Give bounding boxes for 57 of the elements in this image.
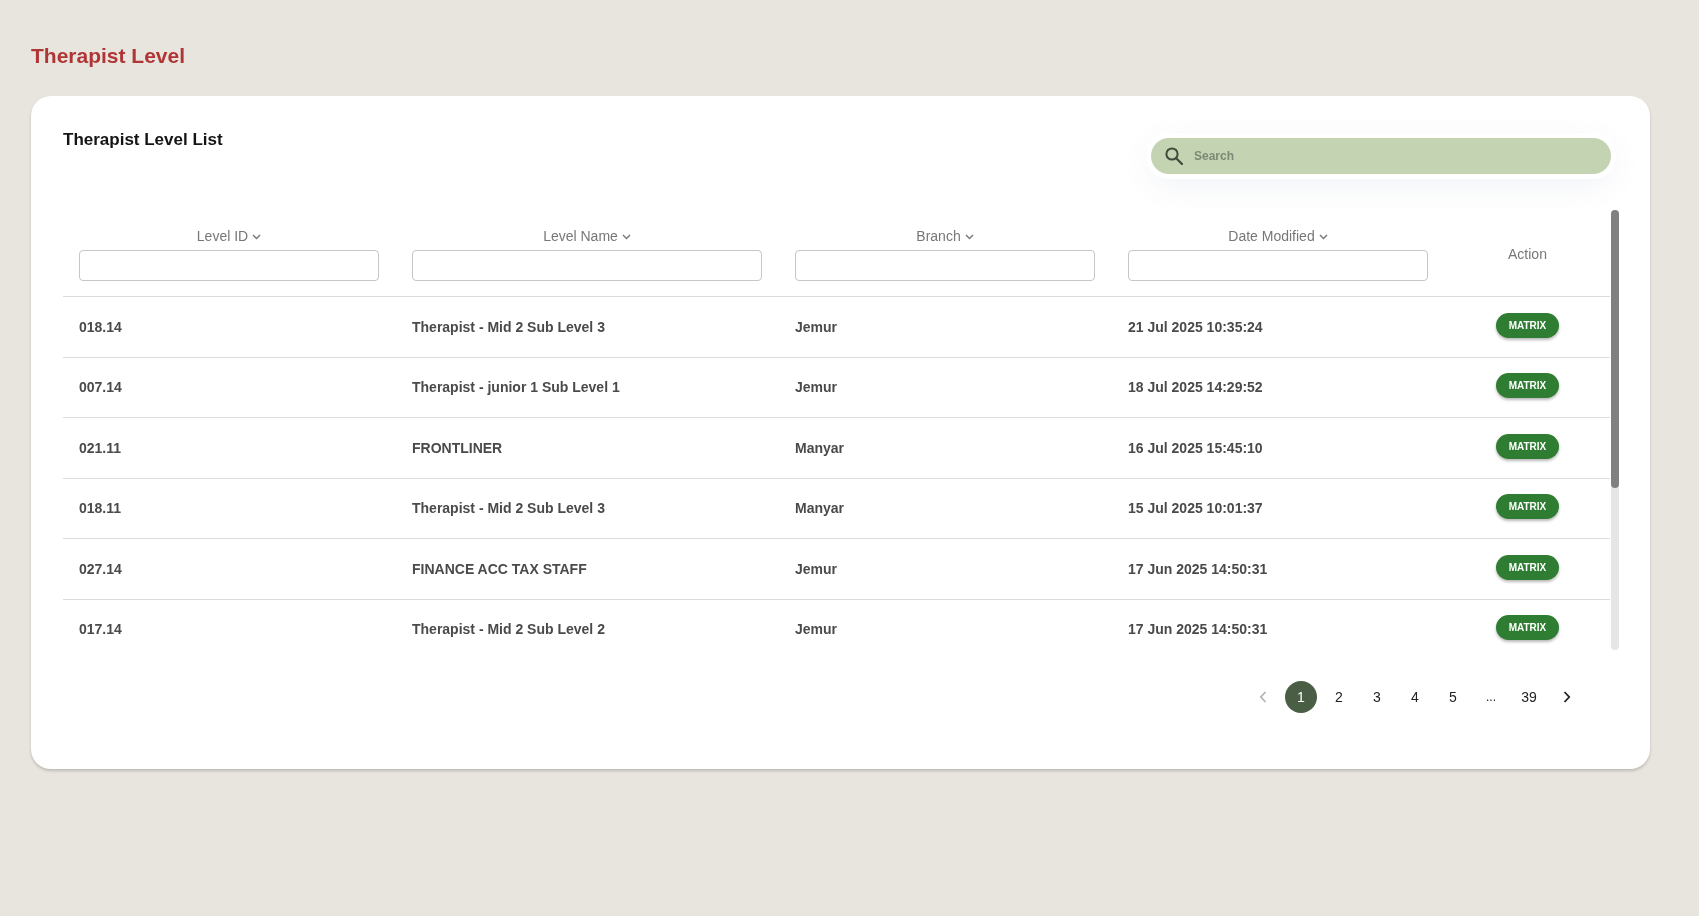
matrix-button[interactable]: MATRIX	[1496, 494, 1559, 520]
filter-field[interactable]	[795, 250, 1095, 281]
page-button[interactable]: 2	[1323, 681, 1355, 713]
table-cell: 007.14	[79, 378, 122, 397]
table-cell: 18 Jul 2025 14:29:52	[1128, 378, 1263, 397]
table-cell: 027.14	[79, 559, 122, 578]
matrix-button[interactable]: MATRIX	[1496, 615, 1559, 641]
filter-field[interactable]	[412, 250, 762, 281]
table-cell: Jemur	[795, 559, 838, 578]
table-cell: Therapist - junior 1 Sub Level 1	[412, 378, 620, 397]
column-header[interactable]: Branch	[916, 227, 974, 245]
caret-icon	[621, 234, 631, 240]
table-cell: Manyar	[795, 499, 845, 518]
matrix-button[interactable]: MATRIX	[1496, 373, 1559, 399]
table-cell: Manyar	[795, 438, 845, 457]
table-cell: 17 Jun 2025 14:50:31	[1128, 620, 1268, 639]
column-header: Action	[1508, 245, 1547, 263]
table-cell: Jemur	[795, 378, 838, 397]
filter-field[interactable]	[1128, 250, 1428, 281]
table-cell: 021.11	[79, 438, 122, 457]
scrollbar[interactable]	[1611, 210, 1619, 650]
table-cell: Therapist - Mid 2 Sub Level 3	[412, 317, 605, 336]
page-button[interactable]: 39	[1513, 681, 1545, 713]
pagination-ellipsis: ...	[1485, 690, 1497, 704]
filter-field[interactable]	[79, 250, 379, 281]
search-field[interactable]: Search	[1151, 138, 1611, 174]
table-cell: FRONTLINER	[412, 438, 503, 457]
page-button[interactable]: 5	[1437, 681, 1469, 713]
search-icon	[1165, 147, 1183, 165]
caret-icon	[964, 234, 974, 240]
column-header[interactable]: Level ID	[196, 227, 262, 245]
table-cell: Therapist - Mid 2 Sub Level 3	[412, 499, 605, 518]
column-header[interactable]: Level Name	[543, 227, 631, 245]
matrix-button[interactable]: MATRIX	[1496, 554, 1559, 580]
table-cell: 017.14	[79, 620, 122, 639]
table-cell: Therapist - Mid 2 Sub Level 2	[412, 620, 605, 639]
chevron-left-icon	[1259, 691, 1267, 703]
matrix-button[interactable]: MATRIX	[1496, 433, 1559, 459]
chevron-right-icon	[1563, 691, 1571, 703]
table-cell: 018.11	[79, 499, 122, 518]
matrix-button[interactable]: MATRIX	[1496, 312, 1559, 338]
table-cell: 16 Jul 2025 15:45:10	[1128, 438, 1263, 457]
table-cell: Jemur	[795, 317, 838, 336]
table-cell: FINANCE ACC TAX STAFF	[412, 559, 587, 578]
table-cell: 15 Jul 2025 10:01:37	[1128, 499, 1263, 518]
page-button[interactable]: 3	[1361, 681, 1393, 713]
card-title: Therapist Level List	[63, 130, 223, 150]
column-header[interactable]: Date Modified	[1228, 227, 1328, 245]
page-title: Therapist Level	[31, 43, 186, 69]
table-cell: 17 Jun 2025 14:50:31	[1128, 559, 1268, 578]
page-button[interactable]: 1	[1285, 681, 1317, 713]
table-cell: 018.14	[79, 317, 122, 336]
page-button[interactable]: 4	[1399, 681, 1431, 713]
table-cell: 21 Jul 2025 10:35:24	[1128, 317, 1263, 336]
table-cell: Jemur	[795, 620, 838, 639]
caret-icon	[252, 234, 262, 240]
caret-icon	[1318, 234, 1328, 240]
